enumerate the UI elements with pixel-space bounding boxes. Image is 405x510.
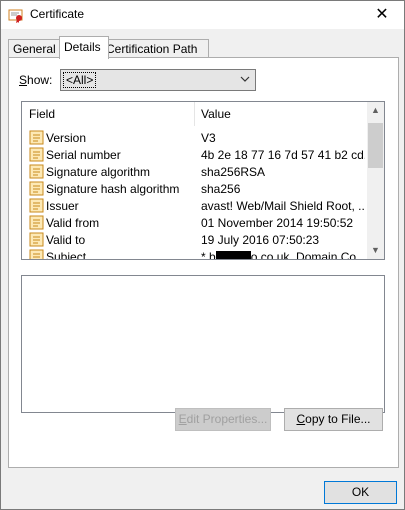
field-name: Subject	[46, 250, 87, 260]
ok-button[interactable]: OK	[324, 481, 397, 504]
list-item[interactable]: Valid from 01 November 2014 19:50:52	[22, 214, 367, 231]
field-name: Issuer	[46, 199, 79, 213]
field-value: 01 November 2014 19:50:52	[201, 216, 354, 230]
edit-properties-button[interactable]: Edit Properties...	[175, 408, 271, 431]
certificate-dialog: Certificate ✕ General Details Certificat…	[0, 0, 405, 510]
tab-general[interactable]: General	[8, 39, 61, 58]
details-panel: Show: <All> Field Value Version V3 Seria…	[8, 57, 399, 468]
list-item[interactable]: Signature algorithm sha256RSA	[22, 163, 367, 180]
show-label: Show:	[19, 73, 53, 87]
show-dropdown-value: <All>	[63, 72, 97, 88]
field-value: 4b 2e 18 77 16 7d 57 41 b2 cd...	[201, 148, 365, 162]
redaction-bar	[215, 251, 251, 259]
scroll-thumb[interactable]	[368, 123, 383, 168]
certificate-field-icon	[29, 130, 44, 145]
certificate-field-icon	[29, 164, 44, 179]
scroll-down-arrow[interactable]: ▼	[367, 242, 384, 259]
window-title: Certificate	[30, 7, 85, 21]
field-name: Signature algorithm	[46, 165, 151, 179]
field-value: V3	[201, 131, 216, 145]
field-value: sha256RSA	[201, 165, 266, 179]
certificate-field-icon	[29, 249, 44, 259]
certificate-field-icon	[29, 147, 44, 162]
list-item[interactable]: Version V3	[22, 129, 367, 146]
field-name: Serial number	[46, 148, 121, 162]
list-item[interactable]: Signature hash algorithm sha256	[22, 180, 367, 197]
certificate-field-icon	[29, 215, 44, 230]
copy-to-file-button[interactable]: Copy to File...	[284, 408, 383, 431]
chevron-down-icon	[240, 76, 250, 82]
column-divider[interactable]	[194, 102, 195, 126]
field-detail-box[interactable]	[21, 275, 385, 413]
scroll-up-arrow[interactable]: ▲	[367, 102, 384, 119]
tab-certification-path[interactable]: Certification Path	[101, 39, 209, 58]
certificate-field-icon	[29, 232, 44, 247]
list-item[interactable]: Valid to 19 July 2016 07:50:23	[22, 231, 367, 248]
field-name: Valid to	[46, 233, 86, 247]
field-value: sha256	[201, 182, 241, 196]
field-value: * b o.co.uk, Domain Co...	[201, 250, 365, 259]
field-list[interactable]: Field Value Version V3 Serial number 4b …	[21, 101, 385, 260]
list-item[interactable]: Serial number 4b 2e 18 77 16 7d 57 41 b2…	[22, 146, 367, 163]
certificate-field-icon	[29, 198, 44, 213]
list-header: Field Value	[22, 102, 367, 126]
list-item[interactable]: Subject * b o.co.uk, Domain Co...	[22, 248, 367, 260]
field-name: Version	[46, 131, 87, 145]
certificate-field-icon	[29, 181, 44, 196]
field-name: Valid from	[46, 216, 100, 230]
column-header-value[interactable]: Value	[201, 107, 231, 121]
list-item[interactable]: Issuer avast! Web/Mail Shield Root, ...	[22, 197, 367, 214]
vertical-scrollbar[interactable]: ▲ ▼	[367, 102, 384, 259]
close-button[interactable]: ✕	[360, 1, 404, 29]
title-bar: Certificate ✕	[1, 1, 404, 29]
field-value: 19 July 2016 07:50:23	[201, 233, 320, 247]
certificate-icon	[8, 9, 23, 23]
tab-details[interactable]: Details	[59, 36, 109, 59]
show-dropdown[interactable]: <All>	[60, 69, 256, 91]
field-name: Signature hash algorithm	[46, 182, 180, 196]
field-value: avast! Web/Mail Shield Root, ...	[201, 199, 365, 213]
column-header-field[interactable]: Field	[29, 107, 55, 121]
